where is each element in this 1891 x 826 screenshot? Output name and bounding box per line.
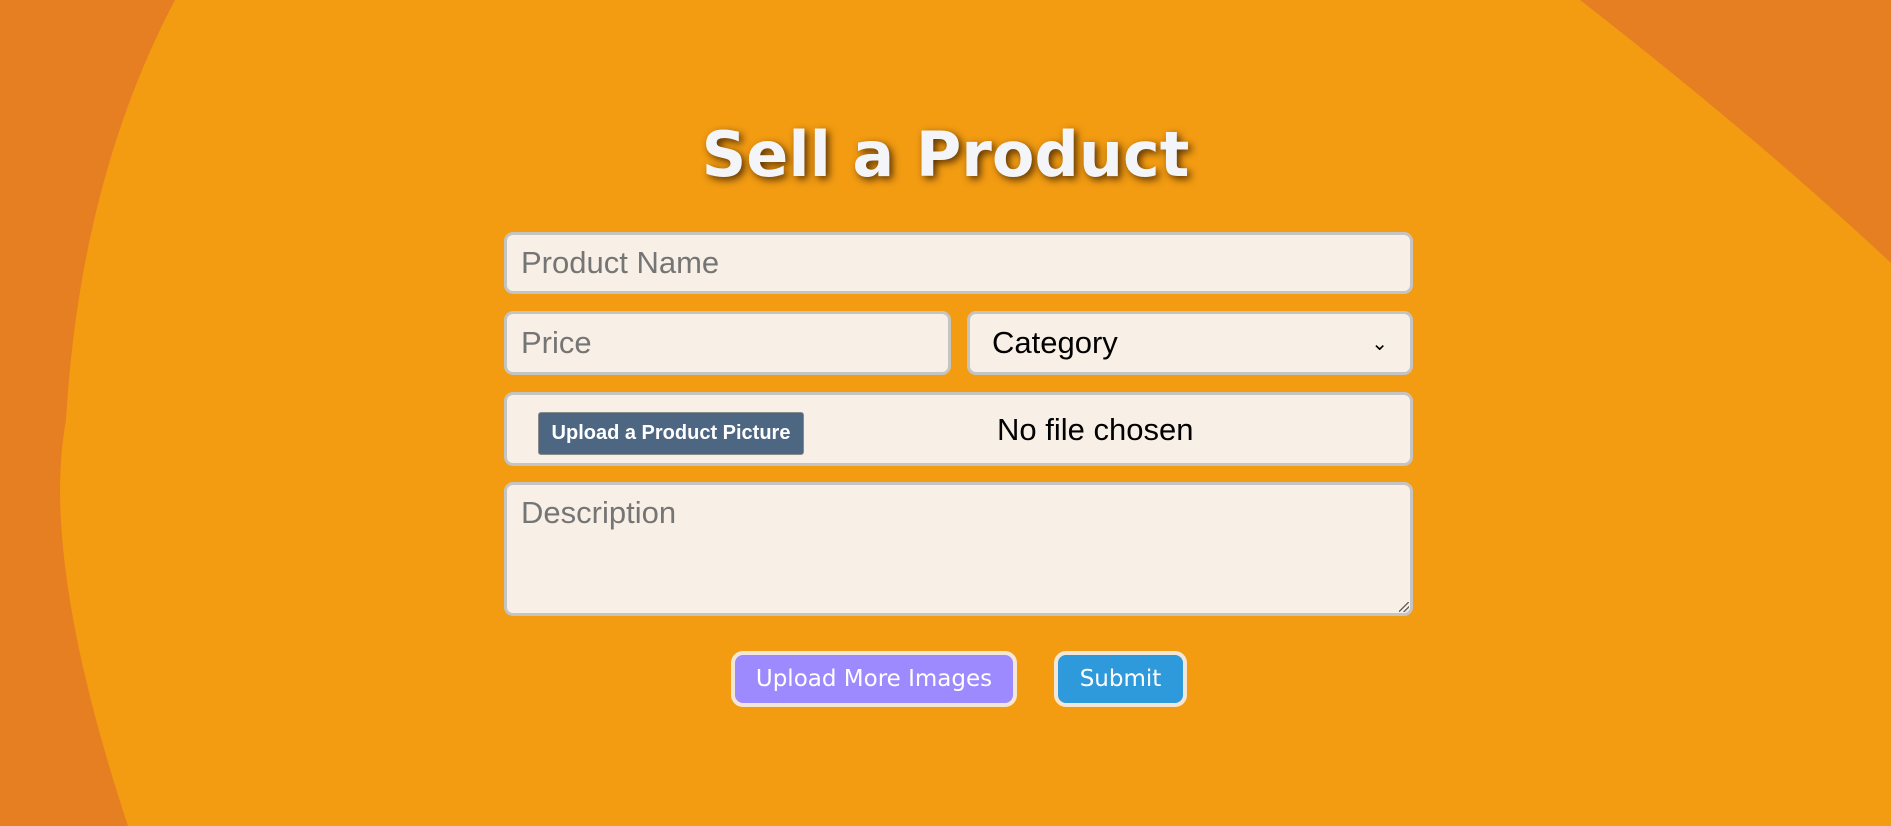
submit-button[interactable]: Submit — [1054, 651, 1187, 707]
product-name-input[interactable] — [504, 232, 1413, 294]
chevron-down-icon: ⌄ — [1371, 332, 1388, 355]
description-textarea[interactable] — [504, 482, 1413, 616]
price-input[interactable] — [504, 311, 951, 375]
resize-grip-icon[interactable] — [1397, 600, 1411, 614]
page-title: Sell a Product — [701, 118, 1190, 191]
file-status-text: No file chosen — [997, 412, 1194, 447]
product-picture-file-input[interactable]: Upload a Product Picture No file chosen — [504, 392, 1413, 466]
upload-more-images-button[interactable]: Upload More Images — [731, 651, 1017, 707]
category-select[interactable]: Category ⌄ — [967, 311, 1413, 375]
upload-product-picture-button[interactable]: Upload a Product Picture — [538, 412, 804, 455]
category-selected-value: Category — [992, 325, 1118, 360]
